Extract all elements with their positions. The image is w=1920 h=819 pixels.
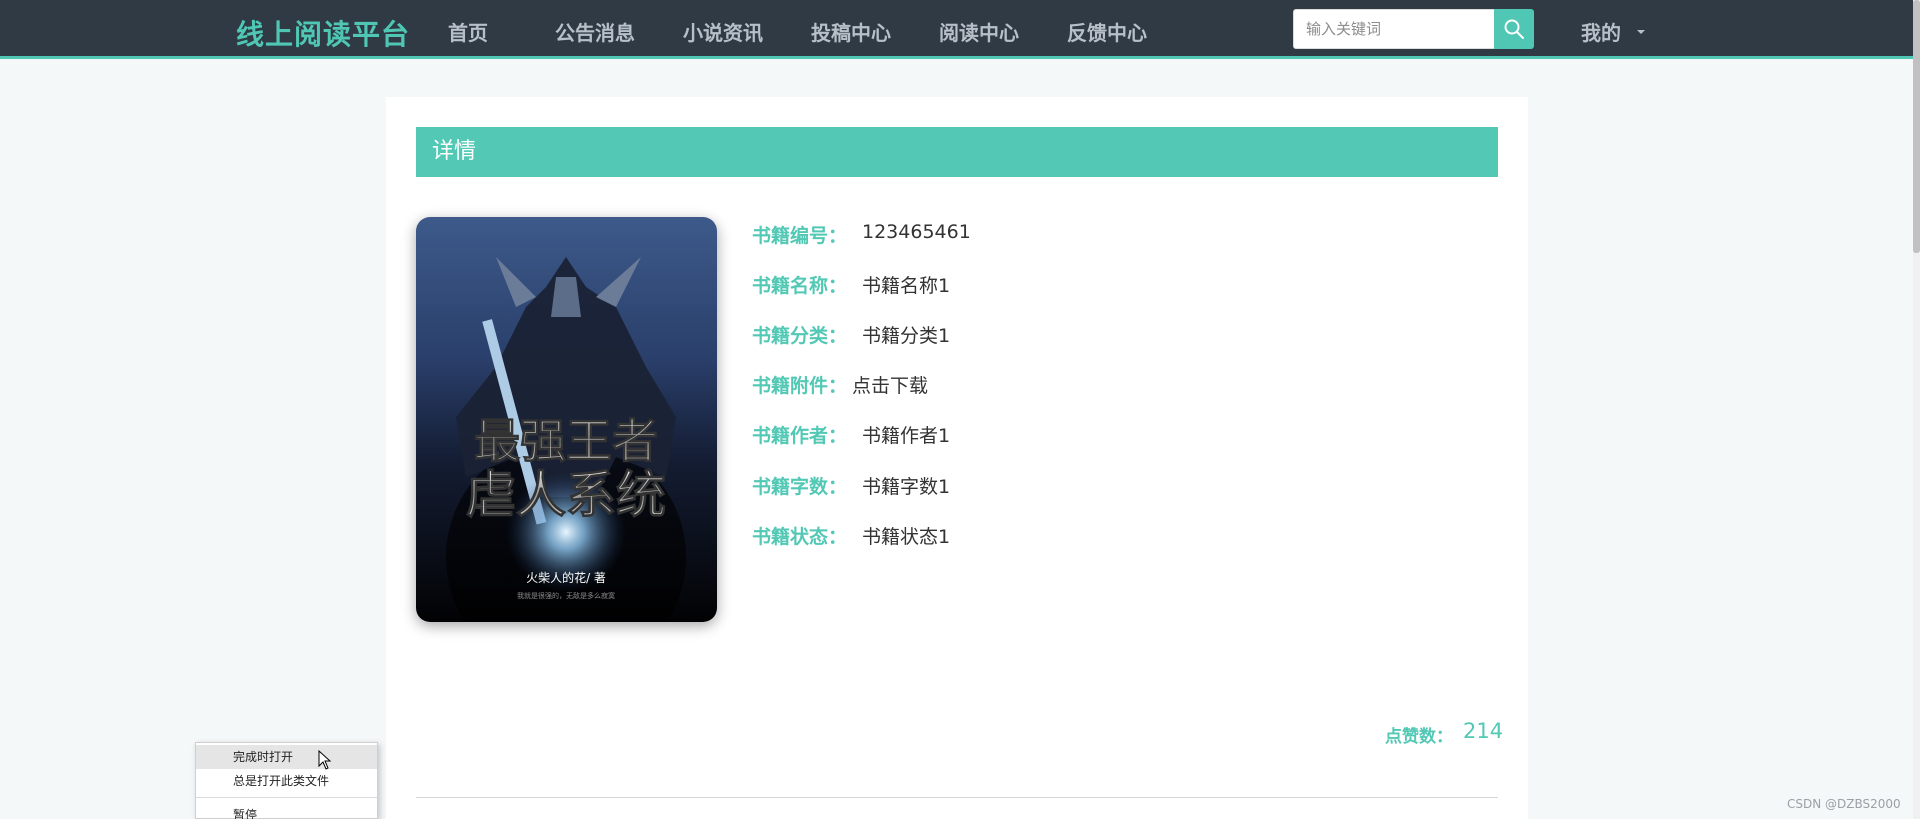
field-label-book-attachment: 书籍附件：	[752, 375, 848, 397]
field-value-book-name: 书籍名称1	[862, 275, 951, 297]
mouse-cursor-icon	[318, 750, 332, 770]
field-label-book-category: 书籍分类：	[752, 325, 848, 347]
scrollbar-thumb[interactable]	[1913, 0, 1920, 253]
field-value-book-id: 123465461	[862, 221, 971, 243]
menu-item-pause[interactable]: 暂停	[196, 803, 377, 819]
menu-item-always-open-type[interactable]: 总是打开此类文件	[196, 769, 377, 793]
top-navbar: 线上阅读平台 首页 公告消息 小说资讯 投稿中心 阅读中心 反馈中心 我的	[0, 0, 1920, 59]
my-menu[interactable]: 我的	[1581, 17, 1621, 46]
download-link[interactable]: 点击下载	[852, 371, 928, 398]
caret-down-icon[interactable]	[1637, 30, 1645, 34]
likes-label: 点赞数：	[1385, 727, 1453, 747]
field-label-book-author: 书籍作者：	[752, 425, 848, 447]
search-icon	[1504, 19, 1524, 39]
field-value-book-status: 书籍状态1	[862, 526, 951, 548]
search-button[interactable]	[1494, 9, 1534, 49]
watermark: CSDN @DZBS2000	[1787, 797, 1901, 811]
field-value-book-category: 书籍分类1	[862, 325, 951, 347]
cover-title-line1: 最强王者	[474, 414, 658, 468]
cover-author: 火柴人的花/ 著	[526, 570, 606, 585]
likes-count[interactable]: 214	[1463, 719, 1503, 743]
nav-announcements[interactable]: 公告消息	[555, 17, 635, 46]
cover-tagline: 我就是很强的，无敌是多么寂寞	[517, 591, 615, 600]
field-label-word-count: 书籍字数：	[752, 476, 848, 498]
book-cover-image: 最强王者 虐人系统 火柴人的花/ 著 我就是很强的，无敌是多么寂寞	[416, 217, 717, 622]
field-label-book-status: 书籍状态：	[752, 526, 848, 548]
nav-home[interactable]: 首页	[448, 17, 488, 46]
field-value-word-count: 书籍字数1	[862, 476, 951, 498]
section-header: 详情	[416, 127, 1498, 177]
brand-logo[interactable]: 线上阅读平台	[236, 13, 410, 53]
nav-feedback-center[interactable]: 反馈中心	[1067, 17, 1147, 46]
nav-novel-news[interactable]: 小说资讯	[683, 17, 763, 46]
nav-submission-center[interactable]: 投稿中心	[811, 17, 891, 46]
divider	[416, 797, 1498, 798]
field-label-book-id: 书籍编号：	[752, 225, 848, 247]
field-label-book-name: 书籍名称：	[752, 275, 848, 297]
nav-reading-center[interactable]: 阅读中心	[939, 17, 1019, 46]
menu-separator	[196, 797, 377, 798]
cover-title-line2: 虐人系统	[466, 465, 666, 524]
download-context-menu: 完成时打开 总是打开此类文件 暂停	[195, 742, 378, 819]
search-input[interactable]	[1293, 9, 1495, 49]
menu-item-open-when-done[interactable]: 完成时打开	[196, 745, 377, 769]
field-value-book-author: 书籍作者1	[862, 425, 951, 447]
